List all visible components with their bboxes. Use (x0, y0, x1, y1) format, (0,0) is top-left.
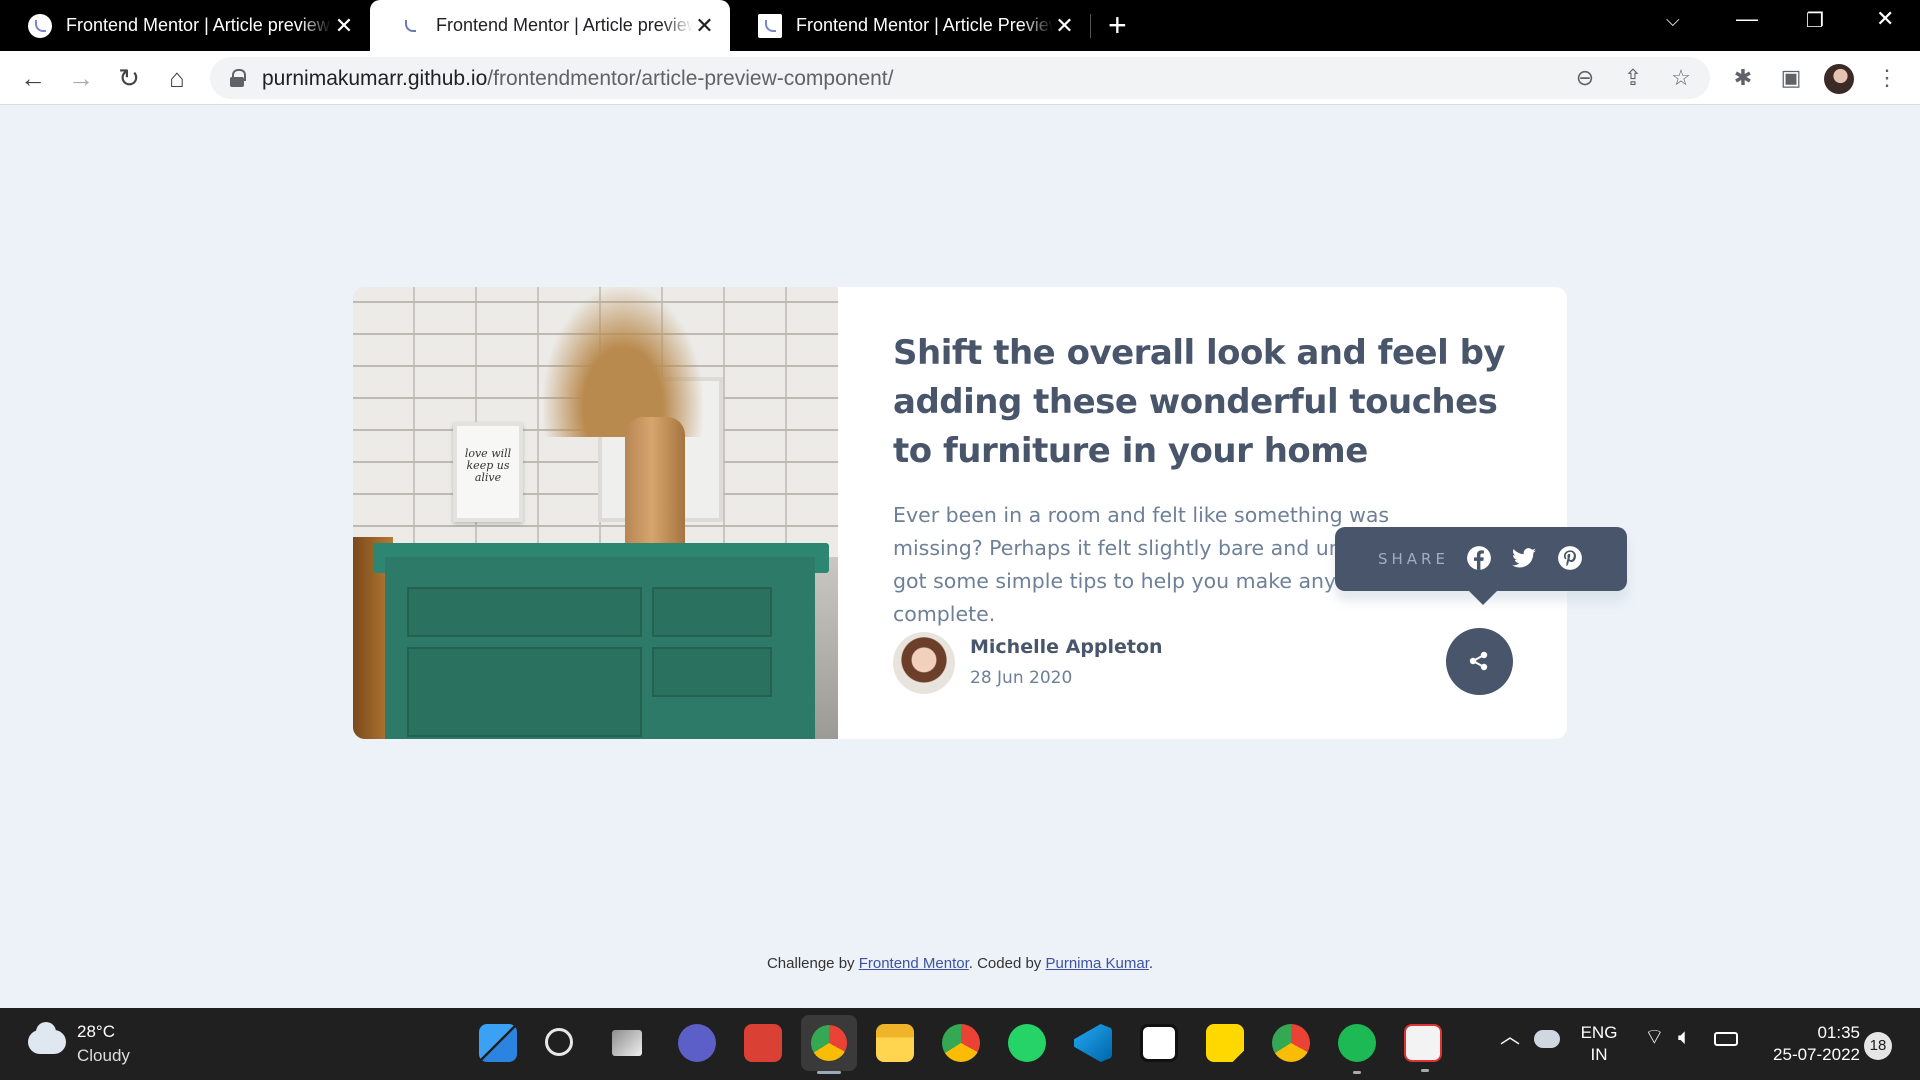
drawer (407, 587, 642, 637)
clock-date: 25-07-2022 (1773, 1045, 1860, 1064)
snipping-tool-icon[interactable] (1404, 1024, 1442, 1072)
tab-title: Frontend Mentor | Article preview (66, 15, 330, 35)
sticky-notes-icon[interactable] (1206, 1024, 1244, 1062)
home-icon[interactable]: ⌂ (160, 61, 194, 95)
wifi-icon[interactable]: ⌔ (1644, 1026, 1665, 1048)
picture-frame-left: love will keep us alive (453, 422, 523, 522)
frontend-mentor-favicon-icon (758, 13, 782, 38)
frontend-mentor-link[interactable]: Frontend Mentor (859, 955, 969, 972)
vscode-icon[interactable] (1074, 1024, 1112, 1062)
browser-toolbar: ← → ↻ ⌂ purnimakumarr.github.io/frontend… (0, 51, 1920, 105)
notification-count-badge[interactable]: 18 (1864, 1032, 1892, 1060)
start-windows-icon[interactable] (479, 1024, 517, 1062)
share-label: SHARE (1378, 550, 1449, 568)
share-page-icon[interactable]: ⇪ (1618, 63, 1648, 93)
attribution-prefix: Challenge by (766, 955, 859, 972)
notion-icon[interactable] (1140, 1024, 1178, 1062)
lock-icon[interactable] (230, 69, 246, 87)
coder-link[interactable]: Purnima Kumar (1045, 955, 1148, 972)
close-tab-icon[interactable]: ✕ (1053, 13, 1076, 39)
language-indicator[interactable]: ENG IN (1578, 1022, 1620, 1066)
tab-search-chevron-icon[interactable]: ⌵ (1666, 10, 1680, 31)
minimize-icon[interactable]: — (1736, 6, 1758, 32)
forward-arrow-icon[interactable]: → (64, 61, 98, 95)
facebook-icon[interactable] (1466, 545, 1492, 571)
show-hidden-icons-chevron-icon[interactable]: ︿ (1500, 1026, 1520, 1048)
close-window-icon[interactable]: ✕ (1876, 6, 1894, 32)
attribution-suffix: . (1148, 955, 1154, 972)
frame-lettering: love will keep us alive (464, 447, 512, 484)
browser-tab-1[interactable]: Frontend Mentor | Article preview ✕ (0, 0, 370, 51)
volume-icon[interactable]: 🔈︎ (1678, 1026, 1691, 1048)
chrome-profile-icon[interactable] (942, 1024, 980, 1062)
article-preview-card: love will keep us alive Shift the overal… (353, 287, 1567, 739)
frontend-mentor-favicon-icon (398, 14, 422, 38)
cloud-icon[interactable] (28, 1022, 66, 1054)
new-tab-plus-icon[interactable]: + (1108, 8, 1127, 42)
publish-date: 28 Jun 2020 (970, 668, 1073, 688)
language-code: ENG (1580, 1023, 1618, 1042)
share-icon (1469, 651, 1488, 671)
restore-icon[interactable]: ❐ (1806, 8, 1824, 33)
menu-kebab-icon[interactable]: ⋮ (1872, 63, 1902, 93)
author-name: Michelle Appleton (970, 636, 1163, 658)
frontend-mentor-favicon-icon (28, 13, 52, 38)
drawers-image: love will keep us alive (353, 287, 838, 739)
chrome-active-icon[interactable] (801, 1015, 857, 1074)
drawer (652, 647, 772, 697)
drawer (407, 647, 642, 737)
browser-tab-strip: Frontend Mentor | Article preview ✕ Fron… (0, 0, 1920, 51)
teams-chat-icon[interactable] (678, 1024, 716, 1062)
chrome-second-profile-icon[interactable] (1272, 1024, 1310, 1062)
url-path: /frontendmentor/article-preview-componen… (487, 67, 894, 90)
share-popup: SHARE (1335, 527, 1627, 605)
browser-tab-3[interactable]: Frontend Mentor | Article Preview ✕ (730, 0, 1090, 51)
onedrive-cloud-icon[interactable] (1534, 1030, 1560, 1048)
drawer (652, 587, 772, 637)
green-dresser (385, 557, 815, 739)
tab-separator (1090, 14, 1091, 38)
tab-title: Frontend Mentor | Article Preview (796, 15, 1053, 35)
article-headline: Shift the overall look and feel by addin… (893, 333, 1506, 471)
attribution-footer: Challenge by Frontend Mentor. Coded by P… (0, 955, 1920, 972)
address-bar[interactable]: purnimakumarr.github.io/frontendmentor/a… (210, 57, 1710, 99)
system-clock[interactable]: 01:35 25-07-2022 (1750, 1022, 1860, 1066)
task-view-icon[interactable] (612, 1030, 642, 1056)
file-explorer-icon[interactable] (876, 1024, 914, 1062)
chrome-logo (811, 1025, 847, 1061)
todoist-icon[interactable] (744, 1024, 782, 1062)
pinterest-icon[interactable] (1557, 545, 1583, 571)
twitter-icon[interactable] (1511, 545, 1537, 571)
close-tab-icon[interactable]: ✕ (693, 13, 716, 39)
language-region: IN (1590, 1045, 1608, 1064)
zoom-icon[interactable]: ⊖ (1570, 63, 1600, 93)
tab-title: Frontend Mentor | Article preview (436, 15, 693, 35)
url-host: purnimakumarr.github.io (262, 67, 488, 90)
share-button[interactable] (1446, 628, 1513, 695)
extensions-puzzle-icon[interactable]: ✱ (1728, 63, 1758, 93)
dried-grass-plant (543, 287, 703, 437)
browser-tab-2-active[interactable]: Frontend Mentor | Article preview ✕ (370, 0, 730, 51)
side-panel-icon[interactable]: ▣ (1776, 63, 1806, 93)
attribution-middle: . Coded by (968, 955, 1046, 972)
weather-condition[interactable]: Cloudy (77, 1046, 130, 1066)
url-text[interactable]: purnimakumarr.github.io/frontendmentor/a… (262, 67, 893, 91)
search-icon[interactable] (545, 1028, 573, 1056)
back-arrow-icon[interactable]: ← (16, 61, 50, 95)
close-tab-icon[interactable]: ✕ (332, 13, 356, 39)
author-avatar (893, 632, 955, 694)
battery-icon[interactable] (1714, 1032, 1738, 1046)
weather-temperature[interactable]: 28°C (77, 1022, 115, 1042)
clock-time: 01:35 (1817, 1023, 1860, 1042)
reload-icon[interactable]: ↻ (112, 61, 146, 95)
whatsapp-icon[interactable] (1008, 1024, 1046, 1062)
bookmark-star-icon[interactable]: ☆ (1666, 63, 1696, 93)
profile-avatar[interactable] (1824, 64, 1854, 94)
windows-taskbar: 28°C Cloudy ︿ ENG IN ⌔ 🔈︎ 01:35 25-07-20… (0, 1008, 1920, 1080)
spotify-icon[interactable] (1338, 1024, 1376, 1074)
